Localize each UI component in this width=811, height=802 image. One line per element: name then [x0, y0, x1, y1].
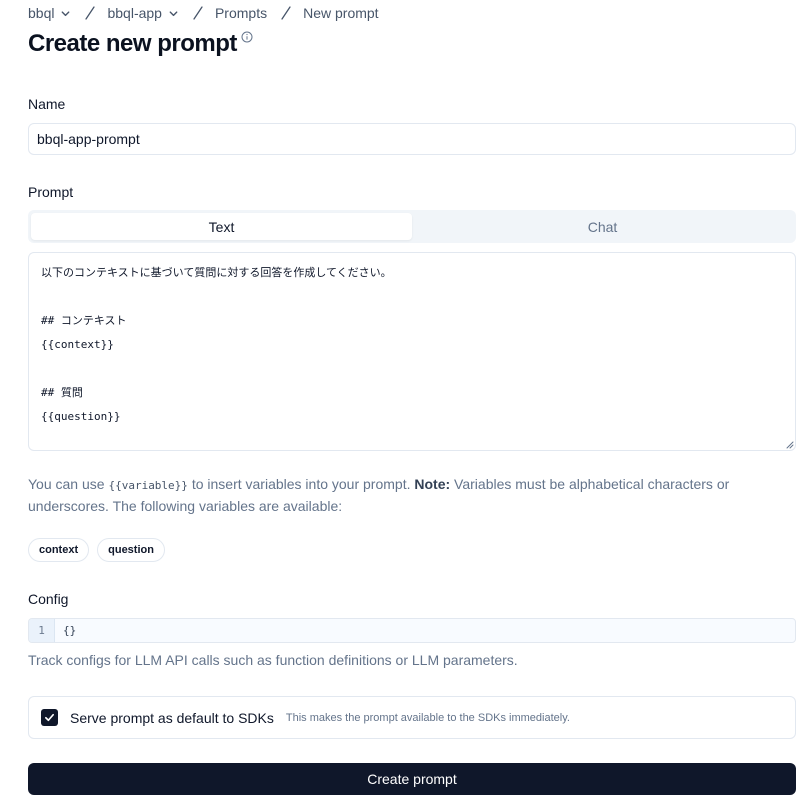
- prompt-label: Prompt: [28, 184, 74, 200]
- help-middle: to insert variables into your prompt.: [187, 476, 415, 492]
- prompt-line: {{context}}: [41, 338, 114, 351]
- breadcrumb-app[interactable]: bbql-app: [107, 5, 179, 21]
- help-prefix: You can use: [28, 476, 109, 492]
- chevron-down-icon: [168, 8, 179, 19]
- breadcrumb-separator-icon: [85, 6, 96, 20]
- create-prompt-page: bbql bbql-app Prompts New prompt Create …: [0, 0, 811, 802]
- help-note-label: Note:: [414, 476, 451, 492]
- serve-default-description: This makes the prompt available to the S…: [285, 711, 570, 724]
- help-variable-code: {{variable}}: [108, 479, 188, 492]
- breadcrumb-project[interactable]: bbql: [28, 5, 71, 21]
- prompt-line: 以下のコンテキストに基づいて質問に対する回答を作成してください。: [41, 266, 392, 279]
- breadcrumb-project-label: bbql: [28, 5, 55, 21]
- variable-badge: question: [97, 538, 165, 562]
- config-code-editor[interactable]: 1 {}: [28, 618, 796, 643]
- name-input[interactable]: [28, 123, 796, 155]
- check-icon: [45, 713, 54, 722]
- breadcrumb-app-label: bbql-app: [107, 5, 162, 21]
- variables-help-text: You can use {{variable}} to insert varia…: [28, 474, 788, 516]
- config-help-text: Track configs for LLM API calls such as …: [28, 652, 518, 668]
- prompt-textarea[interactable]: 以下のコンテキストに基づいて質問に対する回答を作成してください。 ## コンテキ…: [28, 252, 796, 451]
- page-title-text: Create new prompt: [28, 30, 237, 57]
- name-label: Name: [28, 96, 66, 112]
- serve-default-label[interactable]: Serve prompt as default to SDKs: [70, 710, 274, 726]
- serve-default-checkbox[interactable]: [41, 709, 58, 726]
- config-code-line: {}: [63, 624, 77, 637]
- variable-badge: context: [28, 538, 90, 562]
- chevron-down-icon: [60, 8, 71, 19]
- prompt-line: {{question}}: [41, 410, 121, 423]
- tab-text[interactable]: Text: [31, 213, 412, 240]
- prompt-type-tabs: Text Chat: [28, 210, 796, 243]
- breadcrumb-prompts[interactable]: Prompts: [215, 5, 267, 21]
- page-title: Create new prompt: [28, 30, 253, 58]
- create-prompt-button[interactable]: Create prompt: [28, 763, 796, 795]
- breadcrumb-current: New prompt: [303, 5, 379, 21]
- line-number: 1: [29, 619, 55, 642]
- prompt-line: ## 質問: [41, 386, 83, 399]
- prompt-line: ## コンテキスト: [41, 314, 127, 327]
- prompt-line: [41, 285, 783, 309]
- serve-default-option: Serve prompt as default to SDKs This mak…: [28, 696, 796, 739]
- variable-badges: context question: [28, 538, 165, 562]
- info-icon[interactable]: [241, 31, 253, 43]
- tab-chat[interactable]: Chat: [412, 213, 793, 240]
- config-label: Config: [28, 591, 69, 607]
- resize-handle-icon[interactable]: [785, 440, 794, 449]
- breadcrumb-separator-icon: [281, 6, 291, 20]
- breadcrumb-separator-icon: [193, 6, 203, 20]
- prompt-line: [41, 357, 783, 381]
- breadcrumb: bbql bbql-app Prompts New prompt: [28, 4, 379, 22]
